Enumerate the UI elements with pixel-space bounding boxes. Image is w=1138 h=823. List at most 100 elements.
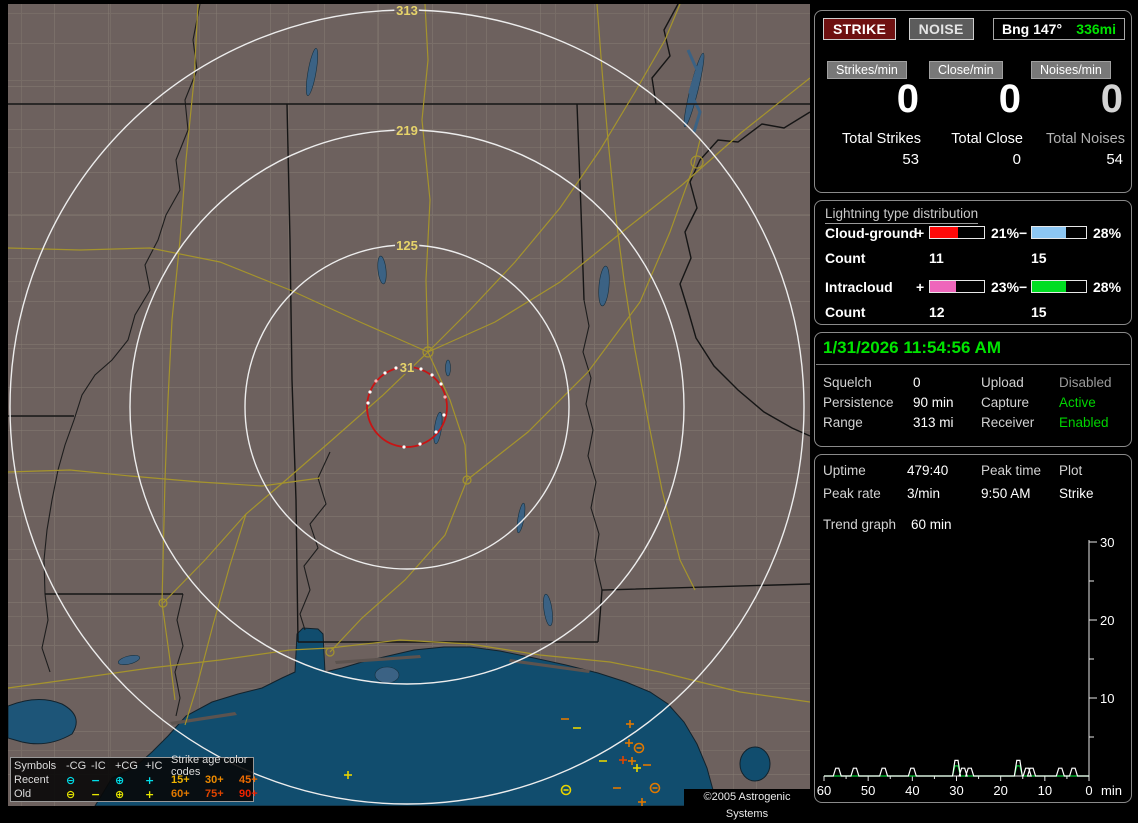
total-noises-value: 54 [1106, 151, 1123, 168]
counters-panel: STRIKE NOISE Bng 147° 336mi Strikes/min … [814, 10, 1132, 193]
cloud-ground-label: Cloud-ground [825, 225, 918, 241]
ic-plus-count: 12 [929, 304, 945, 320]
status-value: 0 [913, 375, 921, 390]
cloud-ground-row: Cloud-ground + 21% − 28% [815, 225, 1131, 243]
uptime-value: 479:40 [907, 463, 949, 478]
svg-text:10: 10 [1038, 783, 1052, 798]
legend-row-label: Old [14, 788, 32, 800]
status-label: Squelch [823, 375, 872, 390]
svg-text:0: 0 [1085, 783, 1092, 798]
status-label: Receiver [981, 415, 1035, 430]
cg-minus-pct: 28% [1093, 225, 1122, 241]
count-label: Count [825, 250, 866, 266]
peak-rate-value: 3/min [907, 486, 941, 501]
legend-age-value: 60+ [171, 788, 190, 800]
status-label: Upload [981, 375, 1024, 390]
legend-ic-minus-icon: − [91, 773, 101, 787]
legend-age-value: 15+ [171, 774, 190, 786]
plot-value: Strike [1059, 486, 1094, 501]
ic-count-row: Count 12 15 [815, 304, 1131, 322]
separator [816, 364, 1130, 365]
svg-text:20: 20 [1100, 613, 1114, 628]
svg-text:30: 30 [1100, 535, 1114, 550]
ring-label-219: 219 [396, 123, 418, 138]
map-lake [8, 699, 77, 745]
strikes-per-min-value: 0 [896, 77, 919, 121]
legend-symbol-header: -IC [91, 760, 106, 772]
distribution-title: Lightning type distribution [825, 206, 979, 224]
legend-symbol-header: -CG [66, 760, 87, 772]
svg-text:60: 60 [817, 783, 831, 798]
ic-minus-bar [1031, 280, 1087, 293]
legend-ic-minus-icon: − [91, 787, 101, 801]
strikes-counter-column: Strikes/min 0 Total Strikes 53 [827, 61, 921, 181]
cg-plus-pct: 21% [991, 225, 1020, 241]
noise-button[interactable]: NOISE [908, 18, 974, 40]
ic-plus-pct: 23% [991, 279, 1020, 295]
ic-minus-pct: 28% [1093, 279, 1122, 295]
close-per-min-value: 0 [998, 77, 1021, 121]
legend-age-value: 45+ [239, 774, 258, 786]
legend-age-value: 90+ [239, 788, 258, 800]
total-strikes-value: 53 [902, 151, 919, 168]
map-bay [739, 746, 771, 782]
trend-series-close-strikes-per-min [824, 765, 1089, 777]
copyright-text: ©2005 Astrogenic Systems [684, 789, 810, 820]
total-noises-label: Total Noises [1046, 131, 1125, 147]
strikes-per-min-button[interactable]: Strikes/min [827, 61, 907, 79]
status-label: Capture [981, 395, 1030, 410]
peak-time-value: 9:50 AM [981, 486, 1031, 501]
svg-text:20: 20 [993, 783, 1007, 798]
intracloud-label: Intracloud [825, 279, 893, 295]
map-svg: 313 219 125 31 [8, 4, 810, 806]
plus-sign: + [916, 279, 925, 295]
ic-minus-count: 15 [1031, 304, 1047, 320]
total-close-label: Total Close [951, 131, 1023, 147]
legend-symbol-header: +CG [115, 760, 138, 772]
legend-ic-plus-icon: + [145, 787, 155, 801]
noises-per-min-button[interactable]: Noises/min [1031, 61, 1111, 79]
peak-rate-label: Peak rate [823, 486, 881, 501]
status-panel: 1/31/2026 11:54:56 AM Squelch 0 Upload Disa… [814, 332, 1132, 447]
plus-sign: + [916, 225, 925, 241]
minus-sign: − [1019, 279, 1028, 295]
trend-series-strikes-per-min [824, 759, 1089, 777]
strike-button[interactable]: STRIKE [823, 18, 897, 40]
legend-cg-plus-icon: ⊕ [115, 773, 125, 787]
trend-graph-label: Trend graph [823, 517, 897, 532]
bearing-distance: 336mi [1076, 21, 1116, 37]
legend-age-value: 75+ [205, 788, 224, 800]
minus-sign: − [1019, 225, 1028, 241]
bearing-label: Bng 147° [1002, 21, 1063, 37]
close-counter-column: Close/min 0 Total Close 0 [929, 61, 1023, 181]
cg-plus-bar [929, 226, 985, 239]
legend-cg-minus-icon: ⊖ [66, 773, 76, 787]
status-value: Disabled [1059, 375, 1112, 390]
map-symbol-legend: Symbols -CG -IC +CG +IC Strike age color code… [10, 754, 258, 802]
plot-label: Plot [1059, 463, 1083, 478]
status-label: Persistence [823, 395, 894, 410]
trend-graph: 10 20 30 0 10 20 30 40 50 60 min [817, 535, 1122, 798]
svg-text:50: 50 [861, 783, 875, 798]
uptime-label: Uptime [823, 463, 866, 478]
cg-plus-count: 11 [929, 250, 944, 266]
map-canvas[interactable]: 313 219 125 31 Symbols -CG -IC +CG +IC Strike… [0, 0, 812, 820]
close-per-min-button[interactable]: Close/min [929, 61, 1003, 79]
session-panel: Uptime 479:40 Peak time Plot Peak rate 3… [814, 454, 1132, 803]
ring-label-125: 125 [396, 238, 418, 253]
svg-text:30: 30 [949, 783, 963, 798]
legend-symbol-header: +IC [145, 760, 163, 772]
status-value: Enabled [1059, 415, 1109, 430]
legend-age-value: 30+ [205, 774, 224, 786]
cg-minus-bar [1031, 226, 1087, 239]
peak-time-label: Peak time [981, 463, 1042, 478]
total-strikes-label: Total Strikes [842, 131, 921, 147]
legend-symbols-header: Symbols [14, 760, 57, 772]
ring-label-31: 31 [400, 360, 414, 375]
legend-cg-minus-icon: ⊖ [66, 787, 76, 801]
trend-graph-value: 60 min [911, 517, 952, 532]
legend-cg-plus-icon: ⊕ [115, 787, 125, 801]
noises-per-min-value: 0 [1100, 77, 1123, 121]
cg-minus-count: 15 [1031, 250, 1047, 266]
cg-count-row: Count 11 15 [815, 250, 1131, 268]
